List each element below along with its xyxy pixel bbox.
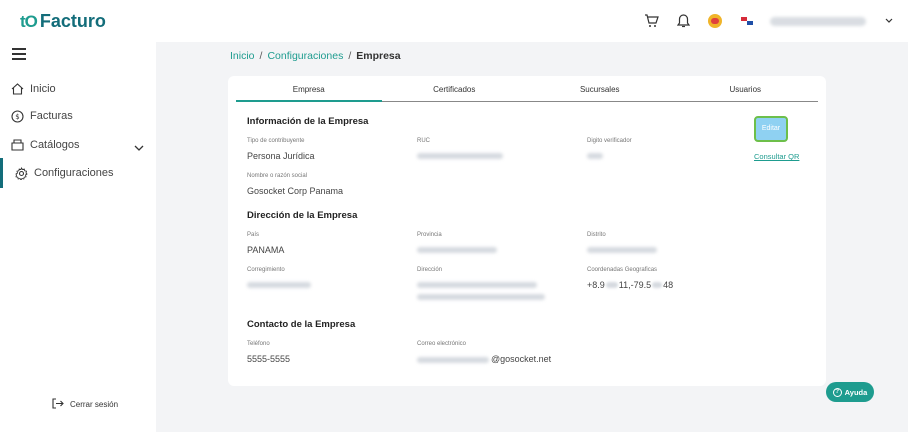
logout-icon xyxy=(52,398,64,411)
ruc-label: RUC xyxy=(417,138,430,144)
township-value-redacted xyxy=(247,282,311,288)
bell-icon[interactable] xyxy=(674,12,692,30)
coords-value: +8.9 11,-79.5 48 xyxy=(587,280,673,290)
sidebar: Inicio $ Facturas Catálogos Configuracio… xyxy=(0,42,156,432)
address-label: Dirección xyxy=(417,267,443,273)
chevron-down-icon[interactable] xyxy=(880,12,898,30)
phone-value: 5555-5555 xyxy=(247,354,291,364)
email-domain: @gosocket.net xyxy=(491,354,552,364)
tab-empresa[interactable]: Empresa xyxy=(236,76,382,102)
help-icon: ? xyxy=(832,387,842,397)
active-indicator xyxy=(0,158,3,188)
ruc-value-redacted xyxy=(417,153,503,159)
cart-icon[interactable] xyxy=(642,12,660,30)
coords-redacted xyxy=(652,282,663,288)
top-icons xyxy=(642,12,898,30)
taxpayer-type-value: Persona Jurídica xyxy=(247,151,315,161)
help-button[interactable]: ? Ayuda xyxy=(826,382,874,402)
edit-button[interactable]: Editar xyxy=(754,116,788,142)
app-logo[interactable]: tO Facturo xyxy=(20,11,106,32)
main-content: Inicio / Configuraciones / Empresa Empresa C… xyxy=(156,42,908,432)
sidebar-item-inicio[interactable]: Inicio xyxy=(10,82,56,96)
country-label: País xyxy=(247,232,260,238)
panama-flag-icon xyxy=(738,12,756,30)
avatar-icon[interactable] xyxy=(706,12,724,30)
tab-usuarios[interactable]: Usuarios xyxy=(673,76,819,101)
sidebar-item-label: Catálogos xyxy=(30,139,80,151)
breadcrumb-separator: / xyxy=(348,50,352,62)
phone-label: Teléfono xyxy=(247,341,270,347)
company-info-title: Información de la Empresa xyxy=(247,116,369,127)
svg-text:$: $ xyxy=(15,113,19,121)
dollar-circle-icon: $ xyxy=(10,109,24,123)
home-icon xyxy=(10,82,24,96)
breadcrumb-home[interactable]: Inicio xyxy=(230,50,255,62)
coords-part1: +8.9 xyxy=(587,280,605,290)
catalog-icon xyxy=(10,138,24,152)
address-line1-redacted xyxy=(417,282,537,288)
email-label: Correo electrónico xyxy=(417,341,467,347)
logout-button[interactable]: Cerrar sesión xyxy=(52,398,118,411)
contact-title: Contacto de la Empresa xyxy=(247,319,356,330)
logo-mark: tO xyxy=(20,11,38,31)
sidebar-item-configuraciones[interactable]: Configuraciones xyxy=(14,166,114,180)
district-label: Distrito xyxy=(587,232,606,238)
user-name-redacted[interactable] xyxy=(770,16,866,26)
top-bar: tO Facturo xyxy=(0,0,908,42)
breadcrumb-section[interactable]: Configuraciones xyxy=(267,50,343,62)
chevron-down-icon[interactable] xyxy=(134,139,144,157)
coords-redacted xyxy=(605,282,618,288)
gear-icon xyxy=(14,166,28,180)
country-value: PANAMA xyxy=(247,245,285,255)
sidebar-item-label: Configuraciones xyxy=(34,167,114,179)
name-label: Nombre o razón social xyxy=(247,173,308,179)
breadcrumb-separator: / xyxy=(259,50,263,62)
email-user-redacted xyxy=(417,357,489,363)
verifier-label: Digito verificador xyxy=(587,138,632,144)
help-label: Ayuda xyxy=(844,387,868,397)
province-label: Provincia xyxy=(417,232,442,238)
tab-certificados[interactable]: Certificados xyxy=(382,76,528,101)
tab-bar: Empresa Certificados Sucursales Usuarios xyxy=(236,76,818,102)
sidebar-item-label: Facturas xyxy=(30,110,73,122)
address-title: Dirección de la Empresa xyxy=(247,210,358,221)
sidebar-item-facturas[interactable]: $ Facturas xyxy=(10,109,73,123)
province-value-redacted xyxy=(417,247,497,253)
sidebar-item-catalogos[interactable]: Catálogos xyxy=(10,138,80,152)
district-value-redacted xyxy=(587,247,657,253)
address-line2-redacted xyxy=(417,294,545,300)
township-label: Corregimiento xyxy=(247,267,285,273)
tab-sucursales[interactable]: Sucursales xyxy=(527,76,673,101)
name-value: Gosocket Corp Panama xyxy=(247,186,344,196)
sidebar-item-label: Inicio xyxy=(30,83,56,95)
company-card: Empresa Certificados Sucursales Usuarios… xyxy=(228,76,826,386)
breadcrumb: Inicio / Configuraciones / Empresa xyxy=(230,50,401,62)
taxpayer-type-label: Tipo de contribuyente xyxy=(247,138,305,144)
logout-label: Cerrar sesión xyxy=(70,400,119,409)
verifier-value-redacted xyxy=(587,153,603,159)
breadcrumb-current: Empresa xyxy=(356,50,401,62)
logo-text: Facturo xyxy=(39,11,106,31)
consult-qr-link[interactable]: Consultar QR xyxy=(754,152,799,161)
menu-icon[interactable] xyxy=(12,48,26,63)
coords-part2: 11,-79.5 xyxy=(618,280,652,290)
coords-label: Coordenadas Geograficas xyxy=(587,267,658,273)
coords-part3: 48 xyxy=(663,280,674,290)
